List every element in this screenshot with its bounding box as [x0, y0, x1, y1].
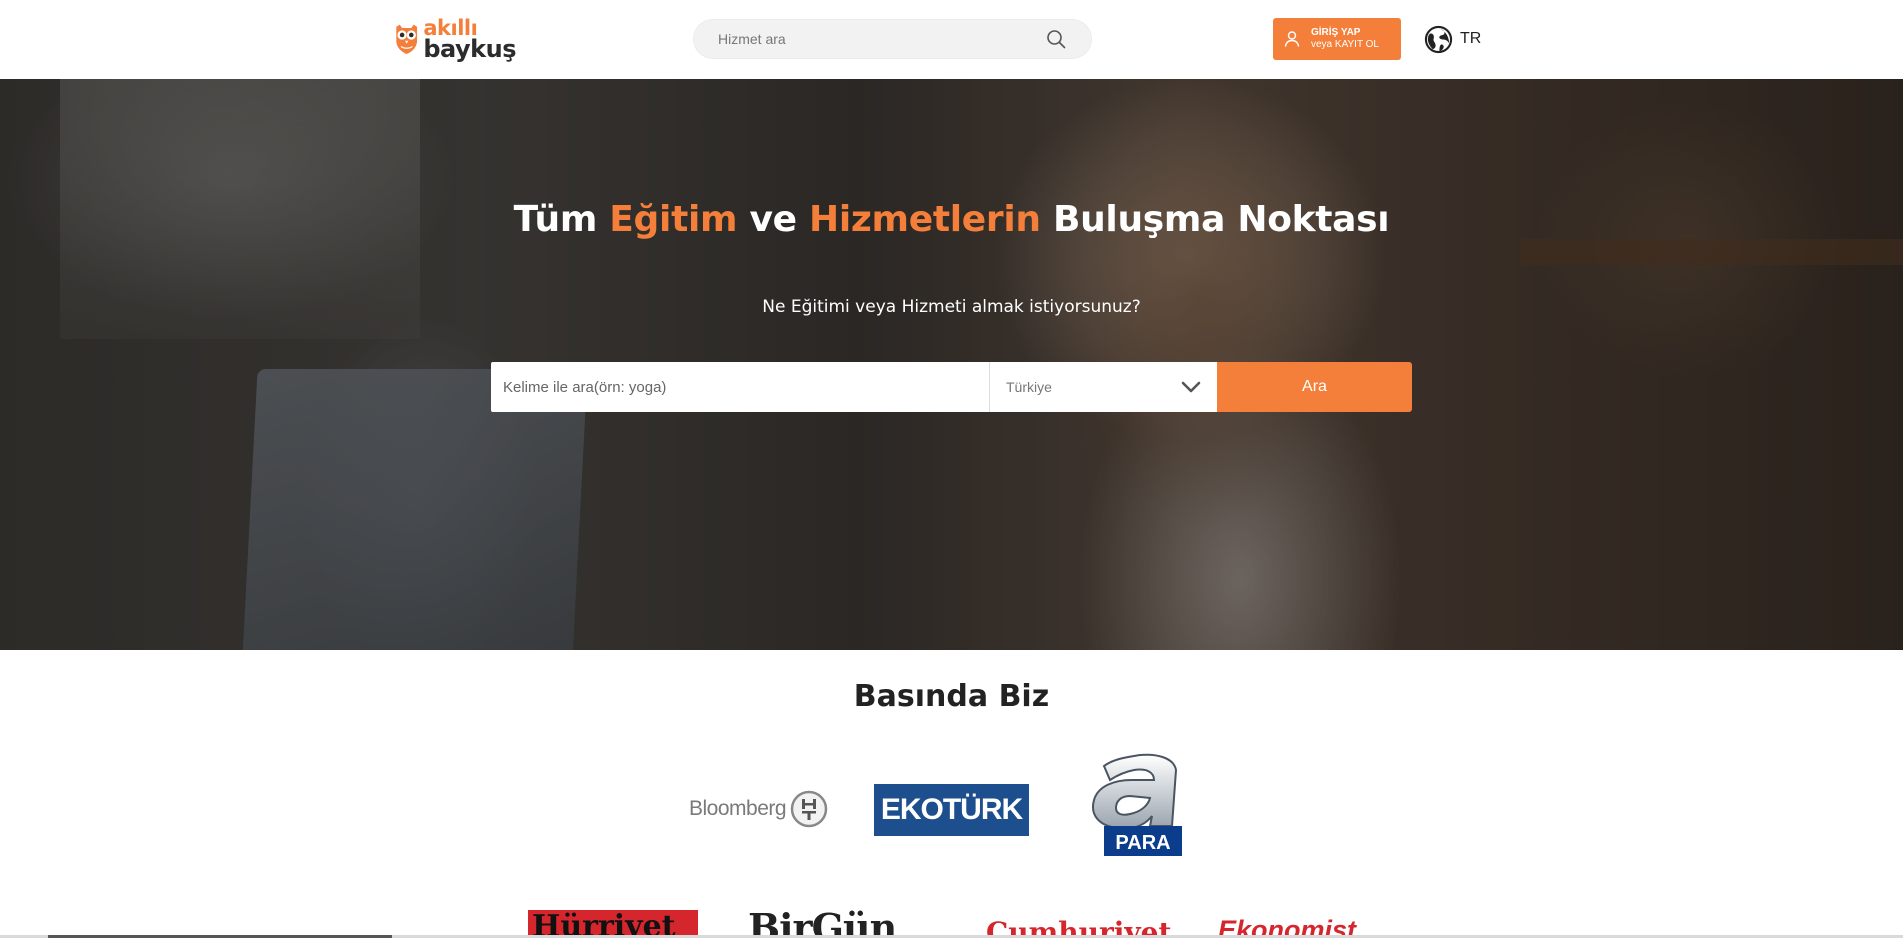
login-register-button[interactable]: GİRİŞ YAP veya KAYIT OL [1273, 18, 1401, 60]
press-section-title: Basında Biz [853, 679, 1050, 714]
language-code: TR [1460, 30, 1482, 47]
ekoturk-logo-text: EKOTÜRK [880, 793, 1023, 826]
press-logos-row2: Hürriyet BirGün Cumhuriyet Ekonomist [0, 910, 1903, 938]
cumhuriyet-logo[interactable]: Cumhuriyet [986, 910, 1171, 938]
ht-badge-icon [790, 790, 828, 828]
bloomberg-ht-logo[interactable]: Bloomberg [689, 787, 845, 831]
header-search-input[interactable] [694, 20, 1045, 58]
language-selector[interactable]: TR [1424, 24, 1481, 54]
hero-subtitle: Ne Eğitimi veya Hizmeti almak istiyorsun… [762, 297, 1141, 317]
search-submit-button[interactable]: Ara [1217, 362, 1412, 412]
apara-mark-icon: PARA [1092, 753, 1182, 856]
hero-title-accent2: Hizmetlerin [808, 199, 1041, 240]
login-label: GİRİŞ YAP [1311, 26, 1361, 38]
country-select[interactable]: Türkiye [990, 362, 1217, 412]
country-select-value: Türkiye [1006, 379, 1052, 395]
chevron-down-icon [1181, 381, 1201, 393]
site-header: akıllı baykuş GİRİŞ YAP veya KAYIT OL TR [0, 0, 1903, 79]
ekoturk-logo[interactable]: EKOTÜRK [874, 784, 1029, 836]
hurriyet-logo[interactable]: Hürriyet [528, 910, 698, 938]
hero-banner: Tüm Eğitim ve Hizmetlerin Buluşma Noktas… [0, 79, 1903, 650]
keyword-search-input[interactable] [491, 362, 990, 412]
register-label: veya KAYIT OL [1311, 39, 1379, 50]
search-icon[interactable] [1045, 28, 1067, 50]
user-icon [1284, 31, 1300, 47]
hero-title: Tüm Eğitim ve Hizmetlerin Buluşma Noktas… [0, 199, 1903, 240]
birgun-logo[interactable]: BirGün [748, 910, 897, 938]
hero-search-form: Türkiye Ara [491, 362, 1412, 412]
globe-icon [1424, 25, 1453, 53]
hero-title-accent1: Eğitim [609, 199, 738, 240]
bloomberg-logo-text: Bloomberg [689, 797, 787, 820]
hero-title-part1: Tüm [513, 199, 610, 240]
site-logo[interactable]: akıllı baykuş [394, 10, 516, 68]
header-search [693, 19, 1092, 59]
ekonomist-logo[interactable]: Ekonomist [1218, 910, 1356, 938]
apara-logo[interactable]: PARA [1084, 752, 1184, 858]
apara-logo-text: PARA [1115, 832, 1170, 854]
logo-text-bottom: baykuş [423, 34, 516, 63]
hero-title-part2: ve [737, 199, 809, 240]
owl-logo-icon [396, 24, 418, 54]
hero-title-part3: Buluşma Noktası [1040, 199, 1390, 240]
